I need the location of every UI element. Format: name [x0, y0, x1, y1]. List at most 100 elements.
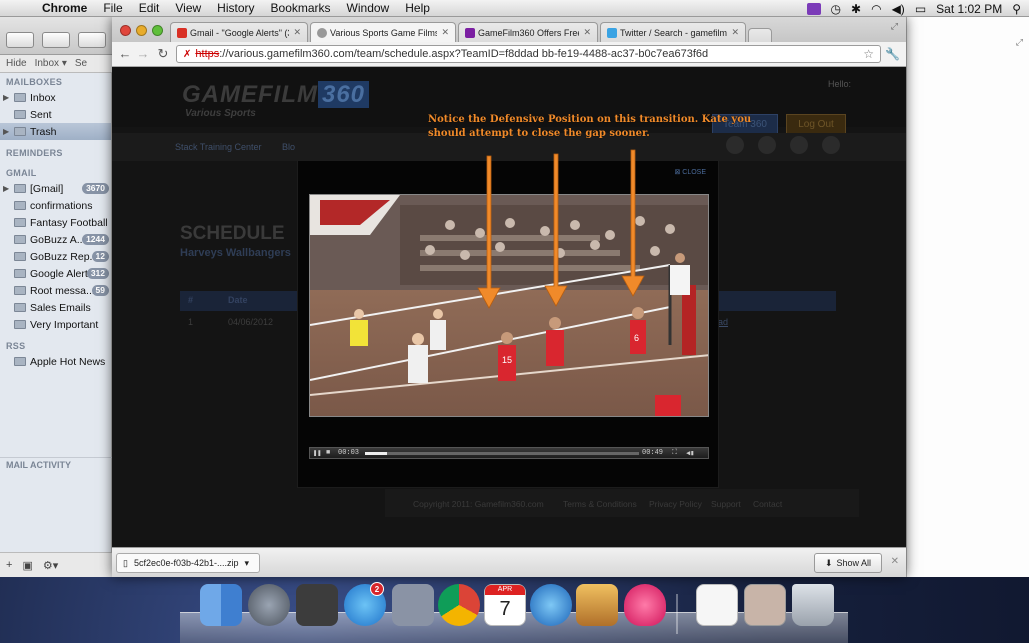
show-all-button[interactable]: ⬇ Show All	[814, 553, 882, 573]
volume-icon[interactable]: ◀▮	[686, 449, 694, 458]
sent-favorite-button[interactable]: Se	[75, 58, 87, 69]
wrench-menu-icon[interactable]: 🔧	[885, 47, 900, 61]
minimize-window-button[interactable]	[136, 25, 147, 36]
mail-stamp-icon[interactable]	[392, 584, 434, 626]
menu-window[interactable]: Window	[339, 1, 398, 15]
column-header-number[interactable]: #	[188, 295, 193, 305]
site-logo[interactable]: GAMEFILM 360	[182, 81, 370, 109]
dropdown-arrow-icon[interactable]: ▾	[245, 558, 250, 569]
gmail-folder[interactable]: confirmations	[0, 197, 111, 214]
menu-edit[interactable]: Edit	[131, 1, 168, 15]
close-tab-icon[interactable]: ✕	[583, 27, 591, 38]
close-window-button[interactable]	[120, 25, 131, 36]
close-download-shelf-icon[interactable]: ✕	[891, 556, 899, 567]
seek-bar[interactable]	[365, 452, 639, 455]
bluetooth-icon[interactable]: ✱	[851, 2, 861, 16]
menu-bookmarks[interactable]: Bookmarks	[263, 1, 339, 15]
gmail-folder[interactable]: GoBuzz Rep... 12	[0, 248, 111, 265]
iphoto-icon[interactable]	[576, 584, 618, 626]
menu-view[interactable]: View	[167, 1, 209, 15]
reload-icon[interactable]: ↻	[154, 46, 172, 62]
close-tab-icon[interactable]: ✕	[293, 27, 301, 38]
compose-button[interactable]	[42, 32, 70, 48]
spotlight-icon[interactable]: ⚲	[1012, 2, 1021, 16]
column-header-date[interactable]: Date	[228, 295, 248, 305]
back-icon[interactable]: ←	[116, 46, 134, 62]
mailbox-trash[interactable]: ▶ Trash	[0, 123, 111, 140]
finder-icon[interactable]	[200, 584, 242, 626]
folder-label: Very Important	[30, 318, 99, 331]
gmail-folder[interactable]: Fantasy Football	[0, 214, 111, 231]
gmail-folder[interactable]: GoBuzz A... 1244	[0, 231, 111, 248]
bookmark-star-icon[interactable]: ☆	[863, 47, 874, 61]
menu-chrome[interactable]: Chrome	[34, 1, 95, 15]
close-lightbox-link[interactable]: ⊠ CLOSE	[674, 168, 706, 176]
zoom-window-button[interactable]	[152, 25, 163, 36]
insecure-lock-icon[interactable]: ✗	[183, 49, 191, 60]
photo-booth-icon[interactable]	[296, 584, 338, 626]
footer-contact-link[interactable]: Contact	[753, 499, 782, 509]
menu-file[interactable]: File	[95, 1, 130, 15]
download-item[interactable]: ▯ 5cf2ec0e-f03b-42b1-....zip ▾	[116, 553, 260, 573]
disclosure-triangle-icon[interactable]: ▶	[3, 127, 9, 136]
gmail-folder[interactable]: Very Important	[0, 316, 111, 333]
nav-blog[interactable]: Blo	[282, 142, 295, 152]
notes-button[interactable]	[78, 32, 106, 48]
hide-mailboxes-button[interactable]: Hide	[6, 58, 27, 69]
show-activity-icon[interactable]: ▣	[22, 559, 32, 572]
mailbox-inbox[interactable]: ▶ Inbox	[0, 89, 111, 106]
heart-app-icon[interactable]	[624, 584, 666, 626]
youtube-icon[interactable]	[790, 136, 808, 154]
chrome-icon[interactable]	[438, 584, 480, 626]
itunes-icon[interactable]	[530, 584, 572, 626]
document-icon[interactable]	[696, 584, 738, 626]
volume-icon[interactable]: ◀)	[892, 2, 905, 16]
menu-history[interactable]: History	[209, 1, 262, 15]
gmail-folder[interactable]: Sales Emails	[0, 299, 111, 316]
gmail-folder[interactable]: Root messa... 59	[0, 282, 111, 299]
row-link[interactable]: ad	[718, 317, 728, 327]
footer-terms-link[interactable]: Terms & Conditions	[563, 499, 637, 509]
calendar-icon[interactable]: APR 7	[484, 584, 526, 626]
disclosure-triangle-icon[interactable]: ▶	[3, 184, 9, 193]
close-tab-icon[interactable]: ✕	[441, 27, 449, 38]
pause-icon[interactable]: ❚❚	[313, 449, 321, 458]
address-bar[interactable]: ✗ https ://various.gamefilm360.com/team/…	[176, 45, 881, 63]
email-icon[interactable]	[822, 136, 840, 154]
fullscreen-icon[interactable]: ⤢	[891, 21, 898, 32]
time-total: 00:49	[642, 449, 664, 457]
gmail-folder[interactable]: ▶ [Gmail] 3670	[0, 180, 111, 197]
rss-feed[interactable]: Apple Hot News	[0, 353, 111, 370]
tab-gamefilm-offers[interactable]: GameFilm360 Offers Free Sp ✕	[458, 22, 598, 42]
wifi-icon[interactable]: ◠	[871, 2, 881, 16]
menu-help[interactable]: Help	[397, 1, 438, 15]
tab-gmail[interactable]: Gmail - "Google Alerts" (3,0 ✕	[170, 22, 308, 42]
new-tab-button[interactable]	[748, 28, 772, 42]
tab-label: Twitter / Search - gamefilm	[620, 27, 728, 38]
trash-icon[interactable]	[792, 584, 834, 626]
launchpad-icon[interactable]	[248, 584, 290, 626]
get-mail-button[interactable]	[6, 32, 34, 48]
folder-icon	[14, 303, 26, 312]
time-machine-icon[interactable]: ◷	[831, 2, 841, 16]
forward-icon[interactable]: →	[134, 46, 152, 62]
inbox-favorite-button[interactable]: Inbox ▾	[35, 58, 67, 69]
growl-status-icon[interactable]	[806, 2, 821, 15]
nav-stack-training-center[interactable]: Stack Training Center	[175, 142, 262, 152]
footer-privacy-link[interactable]: Privacy Policy	[649, 499, 702, 509]
close-tab-icon[interactable]: ✕	[731, 27, 739, 38]
mailbox-sent[interactable]: Sent	[0, 106, 111, 123]
menu-clock[interactable]: Sat 1:02 PM	[936, 2, 1002, 16]
fullscreen-icon[interactable]: ⛶	[672, 449, 677, 457]
tab-twitter[interactable]: Twitter / Search - gamefilm ✕	[600, 22, 746, 42]
action-gear-icon[interactable]: ⚙▾	[43, 559, 58, 572]
add-mailbox-icon[interactable]: +	[6, 559, 12, 571]
tab-various-sports[interactable]: Various Sports Game Films ✕	[310, 22, 456, 42]
battery-icon[interactable]: ▭	[915, 2, 926, 16]
stop-icon[interactable]: ■	[326, 449, 330, 457]
document-stack-icon[interactable]	[744, 584, 786, 626]
disclosure-triangle-icon[interactable]: ▶	[3, 93, 9, 102]
fullscreen-icon[interactable]: ⤢	[1016, 37, 1023, 48]
footer-support-link[interactable]: Support	[711, 499, 741, 509]
gmail-folder[interactable]: Google Alerts 312	[0, 265, 111, 282]
